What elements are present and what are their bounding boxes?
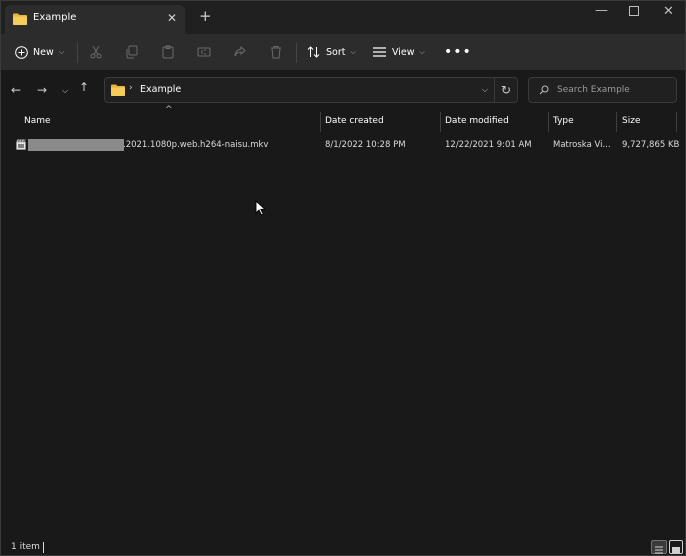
chevron-down-icon: ⌵ <box>58 47 65 56</box>
file-type: Matroska Vi... <box>553 140 611 150</box>
file-date-created: 8/1/2022 10:28 PM <box>325 140 406 150</box>
cut-icon[interactable] <box>89 45 103 59</box>
search-icon <box>539 85 549 95</box>
column-resize-handle[interactable] <box>676 112 677 132</box>
close-button[interactable]: ✕ <box>663 4 674 19</box>
view-button[interactable]: View ⌵ <box>373 34 425 70</box>
address-history-chevron-icon[interactable]: ⌵ <box>482 85 488 95</box>
file-explorer-window: Example ✕ + — ✕ New ⌵ Sort ⌵ View ⌵ ••• … <box>0 0 686 556</box>
search-box[interactable] <box>528 77 677 103</box>
copy-icon[interactable] <box>125 45 139 59</box>
column-resize-handle[interactable] <box>548 112 549 132</box>
sort-button[interactable]: Sort ⌵ <box>307 34 356 70</box>
view-label: View <box>392 46 415 58</box>
chevron-down-icon: ⌵ <box>350 47 356 56</box>
details-view-icon <box>655 546 663 554</box>
tab-close-icon[interactable]: ✕ <box>167 11 177 25</box>
rename-icon[interactable] <box>197 45 211 59</box>
paste-icon[interactable] <box>161 45 175 59</box>
redacted-filename <box>28 139 124 151</box>
toolbar-divider <box>296 43 297 63</box>
item-count: 1 item <box>11 542 40 552</box>
mouse-pointer-icon <box>255 200 266 216</box>
folder-icon <box>111 84 125 96</box>
toolbar-divider <box>77 43 78 63</box>
tab-title: Example <box>33 12 77 23</box>
column-resize-handle[interactable] <box>440 112 441 132</box>
column-header-name[interactable]: Name <box>24 116 51 126</box>
breadcrumb-chevron-icon[interactable]: › <box>129 83 133 93</box>
column-headers: ^ Name Date created Date modified Type S… <box>1 105 685 133</box>
share-icon[interactable] <box>233 45 247 59</box>
column-header-size[interactable]: Size <box>622 116 640 126</box>
refresh-icon: ↻ <box>500 83 512 97</box>
up-arrow-icon[interactable]: ↑ <box>79 80 89 94</box>
view-list-icon <box>373 47 386 57</box>
back-arrow-icon[interactable]: ← <box>11 83 21 97</box>
refresh-button[interactable]: ↻ <box>494 77 518 103</box>
maximize-button[interactable] <box>629 6 639 19</box>
breadcrumb-item[interactable]: Example <box>140 84 181 95</box>
delete-icon[interactable] <box>269 45 283 59</box>
new-label: New <box>33 46 54 58</box>
file-date-modified: 12/22/2021 9:01 AM <box>445 140 532 150</box>
address-bar[interactable]: › Example ⌵ <box>104 77 497 103</box>
new-tab-icon[interactable]: + <box>199 8 212 24</box>
forward-arrow-icon[interactable]: → <box>37 83 47 97</box>
column-header-type[interactable]: Type <box>553 116 574 126</box>
folder-icon <box>13 13 27 25</box>
details-view-button[interactable] <box>651 540 667 554</box>
new-button[interactable]: New ⌵ <box>15 34 64 70</box>
sort-label: Sort <box>326 46 346 58</box>
more-options-button[interactable]: ••• <box>444 34 472 70</box>
chevron-down-icon: ⌵ <box>419 47 425 56</box>
recent-locations-chevron-icon[interactable]: ⌵ <box>62 86 68 96</box>
column-resize-handle[interactable] <box>320 112 321 132</box>
tab-example[interactable]: Example ✕ <box>5 5 185 34</box>
plus-circle-icon <box>15 45 28 59</box>
maximize-icon <box>629 6 639 16</box>
tiles-view-icon <box>672 547 680 553</box>
command-bar: New ⌵ Sort ⌵ View ⌵ ••• <box>1 34 685 70</box>
navigation-bar: ← → ⌵ ↑ › Example ⌵ ↻ <box>1 70 685 111</box>
column-resize-handle[interactable] <box>616 112 617 132</box>
file-size: 9,727,865 KB <box>622 140 680 150</box>
sort-icon <box>307 46 320 58</box>
tiles-view-button[interactable] <box>669 540 683 554</box>
column-header-date-created[interactable]: Date created <box>325 116 384 126</box>
file-name: .2021.1080p.web.h264-naisu.mkv <box>123 140 269 150</box>
video-file-icon <box>16 139 26 150</box>
file-row[interactable]: .2021.1080p.web.h264-naisu.mkv 8/1/2022 … <box>11 137 679 155</box>
search-input[interactable] <box>557 82 673 98</box>
sort-ascending-icon: ^ <box>165 105 173 115</box>
status-bar: 1 item <box>1 537 685 556</box>
title-bar: Example ✕ + — ✕ <box>1 1 685 34</box>
minimize-button[interactable]: — <box>595 3 608 18</box>
column-header-date-modified[interactable]: Date modified <box>445 116 509 126</box>
status-divider <box>43 542 44 553</box>
